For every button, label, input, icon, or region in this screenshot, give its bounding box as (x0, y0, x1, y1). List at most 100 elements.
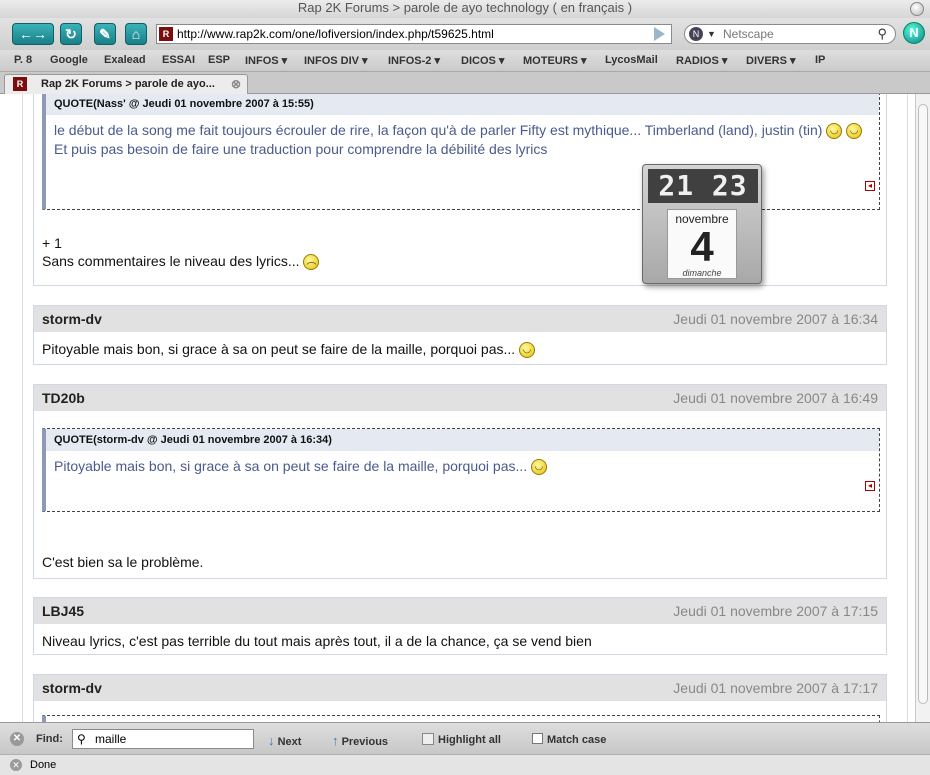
reload-icon: ↻ (65, 26, 77, 42)
status-text: Done (30, 759, 57, 771)
post-header: storm-dv Jeudi 01 novembre 2007 à 16:34 (34, 306, 886, 332)
bookmark-item[interactable]: LycosMail (605, 54, 658, 66)
forum-thread: QUOTE(Nass' @ Jeudi 01 novembre 2007 à 1… (22, 94, 908, 722)
post-line-text: Niveau lyrics, c'est pas terrible du tou… (42, 633, 592, 649)
post-header: storm-dv Jeudi 01 novembre 2007 à 17:17 (34, 675, 886, 701)
window-title: Rap 2K Forums > parole de ayo technology… (297, 0, 633, 15)
quote-line: Et puis pas besoin de faire une traducti… (54, 141, 548, 157)
search-field[interactable]: N ▼ Netscape ⚲ (684, 24, 896, 44)
checkbox-icon[interactable] (532, 733, 543, 744)
forum-post: TD20b Jeudi 01 novembre 2007 à 16:49 QUO… (33, 384, 887, 579)
address-bar[interactable]: R http://www.rap2k.com/one/lofiversion/i… (156, 24, 672, 44)
quote-text: le début de la song me fait toujours écr… (46, 115, 879, 165)
bookmark-item[interactable]: ESSAI (162, 54, 195, 66)
url-text: http://www.rap2k.com/one/lofiversion/ind… (177, 27, 494, 41)
netscape-logo-icon[interactable]: N (903, 22, 925, 44)
calendar-clock-widget[interactable]: 21 23 novembre 4 dimanche (642, 164, 762, 284)
quote-link-icon[interactable]: ◂ (865, 481, 875, 491)
smile-smiley-icon: ◡ (531, 459, 548, 476)
forum-post: storm-dv Jeudi 01 novembre 2007 à 16:34 … (33, 305, 887, 365)
post-header: LBJ45 Jeudi 01 novembre 2007 à 17:15 (34, 598, 886, 624)
arrow-down-icon: ↓ (268, 733, 275, 748)
bookmark-item[interactable]: INFOS ▾ (245, 54, 287, 67)
highlight-all-button[interactable]: Highlight all (422, 733, 501, 746)
post-date: Jeudi 01 novembre 2007 à 17:17 (673, 680, 878, 696)
bookmark-item[interactable]: RADIOS ▾ (676, 54, 727, 67)
scrollbar-thumb[interactable] (918, 104, 928, 704)
search-icon: ⚲ (77, 732, 86, 746)
close-find-bar-icon[interactable]: ✕ (10, 732, 24, 746)
vertical-scrollbar[interactable] (915, 94, 930, 722)
reload-button[interactable]: ↻ (60, 23, 82, 45)
post-author[interactable]: TD20b (42, 390, 85, 406)
match-case-label: Match case (547, 734, 607, 746)
back-forward-button[interactable]: ←→ (12, 23, 54, 45)
highlight-all-label: Highlight all (438, 734, 501, 746)
bookmark-item[interactable]: DICOS ▾ (461, 54, 504, 67)
clock-time: 21 23 (648, 169, 758, 203)
bookmark-item[interactable]: MOTEURS ▾ (523, 54, 587, 67)
unhappy-smiley-icon: ︵ (303, 254, 320, 271)
bookmark-item[interactable]: ESP (208, 54, 230, 66)
find-previous-label: Previous (341, 736, 389, 748)
post-author[interactable]: storm-dv (42, 680, 102, 696)
bookmark-item[interactable]: Exalead (104, 54, 146, 66)
bookmarks-button[interactable]: ✎ (94, 23, 116, 45)
find-label: Find: (36, 733, 63, 745)
find-next-label: Next (277, 736, 302, 748)
close-tab-icon[interactable]: ⊗ (231, 75, 241, 93)
chevron-down-icon[interactable]: ▼ (707, 25, 716, 43)
bookmark-item[interactable]: INFOS-2 ▾ (388, 54, 440, 67)
window-zoom-button[interactable] (910, 2, 924, 16)
find-input[interactable]: ⚲ maille (72, 729, 254, 749)
tab-label: Rap 2K Forums > parole de ayo... (41, 78, 215, 90)
calendar-page: novembre 4 dimanche (667, 209, 737, 279)
post-date: Jeudi 01 novembre 2007 à 16:49 (673, 390, 878, 406)
post-date: Jeudi 01 novembre 2007 à 17:15 (673, 603, 878, 619)
tab-bar: R Rap 2K Forums > parole de ayo... ⊗ (0, 72, 930, 94)
bookmark-item[interactable]: DIVERS ▾ (746, 54, 796, 67)
quote-link-icon[interactable]: ◂ (865, 181, 875, 191)
post-text: Pitoyable mais bon, si grace à sa on peu… (34, 332, 886, 366)
bookmark-item[interactable]: P. 8 (14, 54, 32, 66)
post-line-text: Pitoyable mais bon, si grace à sa on peu… (42, 341, 516, 357)
calendar-weekday: dimanche (682, 268, 722, 278)
find-previous-button[interactable]: ↑ Previous (332, 733, 388, 748)
laughing-smiley-icon: ◡ (826, 123, 843, 140)
post-author[interactable]: LBJ45 (42, 603, 84, 619)
quote-block: QUOTE(storm-dv @ Jeudi 01 novembre 2007 … (42, 428, 880, 512)
find-query: maille (95, 732, 127, 746)
home-icon: ⌂ (131, 26, 141, 42)
search-engine-icon[interactable]: N (689, 27, 703, 41)
quote-block (42, 715, 880, 722)
quote-header: QUOTE(Nass' @ Jeudi 01 novembre 2007 à 1… (46, 94, 879, 115)
quote-header: QUOTE(storm-dv @ Jeudi 01 novembre 2007 … (46, 429, 879, 451)
smile-smiley-icon: ◡ (519, 342, 536, 359)
search-icon[interactable]: ⚲ (877, 25, 887, 43)
forum-post: LBJ45 Jeudi 01 novembre 2007 à 17:15 Niv… (33, 597, 887, 655)
bookmark-item[interactable]: IP (815, 54, 825, 66)
tab-current[interactable]: R Rap 2K Forums > parole de ayo... ⊗ (4, 74, 248, 94)
quote-line: Pitoyable mais bon, si grace à sa on peu… (54, 458, 528, 474)
bookmark-item[interactable]: Google (50, 54, 88, 66)
arrow-up-icon: ↑ (332, 733, 339, 748)
window-title-bar: Rap 2K Forums > parole de ayo technology… (0, 0, 930, 18)
site-favicon-icon: R (159, 27, 173, 41)
go-arrow-icon[interactable] (654, 27, 665, 41)
post-date: Jeudi 01 novembre 2007 à 16:34 (673, 311, 878, 327)
match-case-checkbox[interactable]: Match case (532, 733, 606, 746)
post-text: Niveau lyrics, c'est pas terrible du tou… (34, 624, 886, 658)
find-next-button[interactable]: ↓ Next (268, 733, 301, 748)
post-line: Sans commentaires le niveau des lyrics..… (42, 252, 320, 271)
post-text: + 1 Sans commentaires le niveau des lyri… (34, 230, 327, 274)
calendar-day: 4 (690, 223, 714, 270)
bookmark-item[interactable]: INFOS DIV ▾ (304, 54, 368, 67)
bookmarks-bar: P. 8 Google Exalead ESSAI ESP INFOS ▾ IN… (0, 50, 930, 72)
post-author[interactable]: storm-dv (42, 311, 102, 327)
back-forward-icon: ←→ (19, 26, 47, 42)
bookmarks-icon: ✎ (99, 26, 111, 42)
post-line: + 1 (42, 235, 62, 251)
find-bar: ✕ Find: ⚲ maille ↓ Next ↑ Previous Highl… (0, 722, 930, 754)
status-bar: ✕ Done (0, 754, 930, 775)
home-button[interactable]: ⌂ (125, 23, 147, 45)
